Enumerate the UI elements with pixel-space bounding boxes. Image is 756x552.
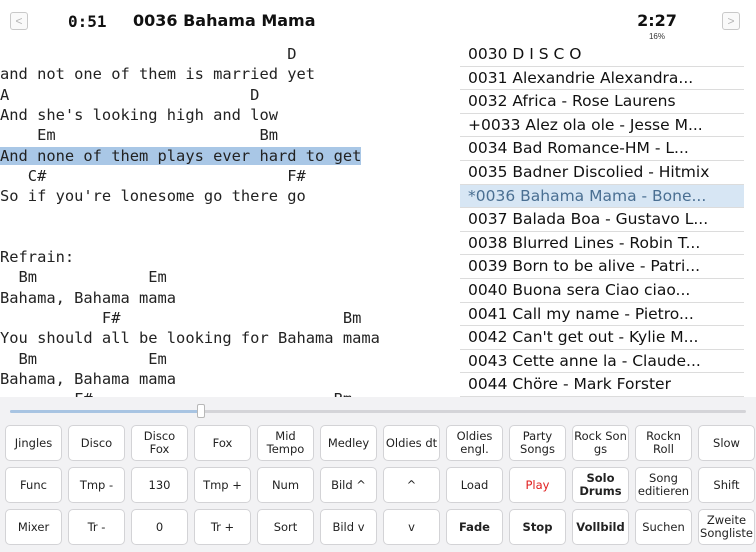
- num-button[interactable]: Num: [257, 467, 314, 503]
- lyric-text: Bahama, Bahama mama: [0, 288, 177, 307]
- lyric-line-current: And none of them plays ever hard to get: [0, 146, 362, 166]
- bild-v-button[interactable]: Bild v: [320, 509, 377, 545]
- lyric-text: and not one of them is married yet: [0, 65, 316, 84]
- lyric-text: Bm Em: [0, 268, 167, 287]
- lyric-line: D: [0, 44, 297, 64]
- bild-button[interactable]: Bild ^: [320, 467, 377, 503]
- song-list-item[interactable]: 0035 Badner Discolied - Hitmix: [460, 161, 744, 185]
- v-button[interactable]: v: [383, 509, 440, 545]
- lyric-line: C# F#: [0, 166, 306, 186]
- slow-button[interactable]: Slow: [698, 425, 755, 461]
- lyric-line: Bahama, Bahama mama: [0, 369, 176, 389]
- song-list-item[interactable]: 0044 Chöre - Mark Forster: [460, 373, 744, 397]
- lyric-text: D: [0, 45, 297, 63]
- next-song-button[interactable]: >: [722, 12, 740, 30]
- disco-button[interactable]: Disco: [68, 425, 125, 461]
- elapsed-time: 0:51: [68, 12, 107, 31]
- song-title: 0036 Bahama Mama: [133, 11, 316, 30]
- rock-son-gs-button[interactable]: Rock Son gs: [572, 425, 629, 461]
- sort-button[interactable]: Sort: [257, 509, 314, 545]
- tr-button[interactable]: Tr -: [68, 509, 125, 545]
- lyric-text: F# Bm: [0, 308, 362, 327]
- lyric-line: Bahama, Bahama mama: [0, 288, 176, 308]
- symbol-button[interactable]: ^: [383, 467, 440, 503]
- lyric-line: and not one of them is married yet: [0, 64, 315, 84]
- lyric-text: Bahama, Bahama mama: [0, 369, 177, 388]
- solo-drums-button[interactable]: Solo Drums: [572, 467, 629, 503]
- lyric-line: A D: [0, 85, 259, 105]
- tmp-button[interactable]: Tmp -: [68, 467, 125, 503]
- oldies-engl-button[interactable]: Oldies engl.: [446, 425, 503, 461]
- song-list-item[interactable]: +0033 Alez ola ole - Jesse M...: [460, 114, 744, 138]
- lyric-line: Bm Em: [0, 349, 167, 369]
- jingles-button[interactable]: Jingles: [5, 425, 62, 461]
- vollbild-button[interactable]: Vollbild: [572, 509, 629, 545]
- header-bar: < 0:51 0036 Bahama Mama 2:27 16% >: [0, 0, 756, 42]
- lyric-line: You should all be looking for Bahama mam…: [0, 328, 380, 348]
- lyric-line: So if you're lonesome go there go: [0, 186, 306, 206]
- tmp-button[interactable]: Tmp +: [194, 467, 251, 503]
- shift-button[interactable]: Shift: [698, 467, 755, 503]
- lyric-text: And none of them plays ever hard to get: [0, 146, 362, 165]
- song-list-item[interactable]: 0038 Blurred Lines - Robin T...: [460, 232, 744, 256]
- lyric-line: Em Bm: [0, 125, 278, 145]
- fade-button[interactable]: Fade: [446, 509, 503, 545]
- lyric-text: F# Bm: [0, 390, 352, 397]
- 130-button[interactable]: 130: [131, 467, 188, 503]
- lyric-line: Bm Em: [0, 267, 167, 287]
- song-list-item[interactable]: 0030 D I S C O: [460, 43, 744, 67]
- position-slider-track[interactable]: [10, 410, 746, 413]
- song-duration: 2:27: [637, 11, 677, 30]
- oldies-dt-button[interactable]: Oldies dt: [383, 425, 440, 461]
- song-list-item[interactable]: 0041 Call my name - Pietro...: [460, 303, 744, 327]
- lyric-line: F# Bm: [0, 308, 361, 328]
- song-list-item[interactable]: 0031 Alexandrie Alexandra...: [460, 67, 744, 91]
- song-editieren-button[interactable]: Song editieren: [635, 467, 692, 503]
- song-list-item-current[interactable]: *0036 Bahama Mama - Bone...: [460, 184, 744, 209]
- party-songs-button[interactable]: Party Songs: [509, 425, 566, 461]
- rockn-roll-button[interactable]: Rockn Roll: [635, 425, 692, 461]
- tr-button[interactable]: Tr +: [194, 509, 251, 545]
- lyric-text: Em Bm: [0, 126, 278, 145]
- lyric-text: Bm Em: [0, 349, 167, 368]
- medley-button[interactable]: Medley: [320, 425, 377, 461]
- previous-song-button[interactable]: <: [10, 12, 28, 30]
- lyric-line: And she's looking high and low: [0, 105, 278, 125]
- lyric-text: And she's looking high and low: [0, 105, 278, 124]
- lyric-text: So if you're lonesome go there go: [0, 187, 306, 206]
- song-list-item[interactable]: 0032 Africa - Rose Laurens: [460, 90, 744, 114]
- lyric-text: C# F#: [0, 166, 306, 185]
- song-list-item[interactable]: 0039 Born to be alive - Patri...: [460, 255, 744, 279]
- func-button[interactable]: Func: [5, 467, 62, 503]
- 0-button[interactable]: 0: [131, 509, 188, 545]
- position-slider-fill: [10, 410, 202, 413]
- lyric-text: A D: [0, 85, 260, 104]
- mid-tempo-button[interactable]: Mid Tempo: [257, 425, 314, 461]
- position-slider-area: [0, 397, 756, 421]
- suchen-button[interactable]: Suchen: [635, 509, 692, 545]
- song-list-item[interactable]: 0042 Can't get out - Kylie M...: [460, 326, 744, 350]
- lyric-line: Refrain:: [0, 247, 74, 267]
- disco-fox-button[interactable]: Disco Fox: [131, 425, 188, 461]
- lyric-text: Refrain:: [0, 248, 75, 266]
- lyric-text: You should all be looking for Bahama mam…: [0, 329, 380, 348]
- mixer-button[interactable]: Mixer: [5, 509, 62, 545]
- song-list-item[interactable]: 0043 Cette anne la - Claude...: [460, 350, 744, 374]
- stop-button[interactable]: Stop: [509, 509, 566, 545]
- song-list-item[interactable]: 0037 Balada Boa - Gustavo L...: [460, 208, 744, 232]
- position-slider-thumb[interactable]: [197, 404, 206, 418]
- progress-percent: 16%: [648, 32, 665, 41]
- lyrics-pane[interactable]: Dand not one of them is married yet A D An…: [0, 42, 455, 397]
- play-button[interactable]: Play: [509, 467, 566, 503]
- fox-button[interactable]: Fox: [194, 425, 251, 461]
- zweite-songliste-button[interactable]: Zweite Songliste: [698, 509, 755, 545]
- song-list-item[interactable]: 0034 Bad Romance-HM - L...: [460, 137, 744, 161]
- control-button-grid: Jingles Disco Disco Fox Fox Mid Tempo Medley O…: [0, 421, 756, 552]
- lyric-line: F# Bm: [0, 389, 352, 397]
- song-list[interactable]: 0030 D I S C O 0031 Alexandrie Alexandra.…: [460, 43, 744, 397]
- load-button[interactable]: Load: [446, 467, 503, 503]
- song-list-item[interactable]: 0040 Buona sera Ciao ciao...: [460, 279, 744, 303]
